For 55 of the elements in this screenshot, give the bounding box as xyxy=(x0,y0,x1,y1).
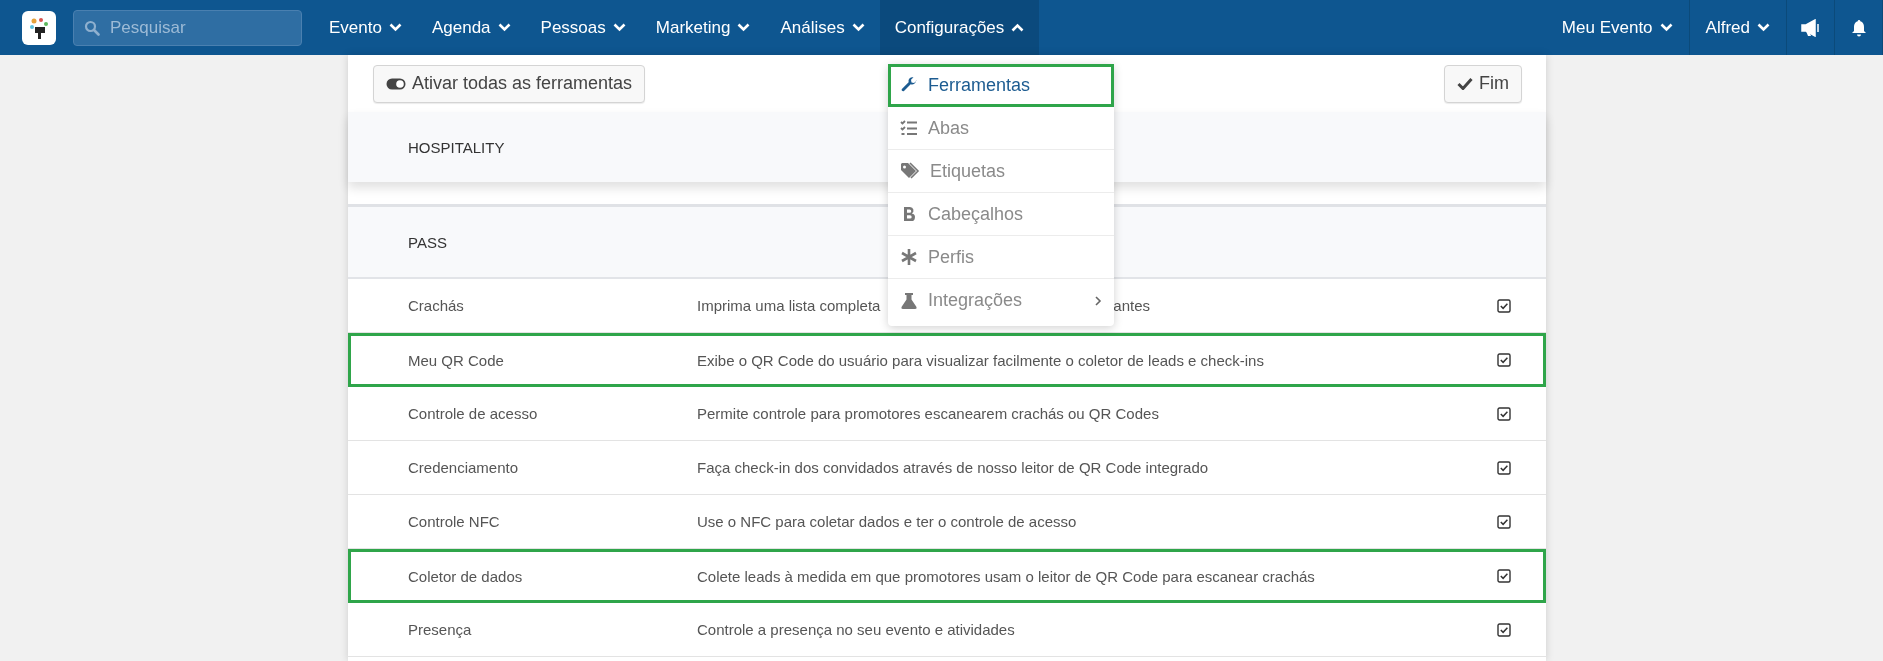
checkbox[interactable] xyxy=(1497,406,1511,421)
menu-item[interactable]: Integrações xyxy=(888,279,1114,322)
checkbox[interactable] xyxy=(1497,514,1511,529)
nav-menu[interactable]: Evento xyxy=(314,0,417,55)
checkbox[interactable] xyxy=(1497,622,1511,637)
chevron-icon xyxy=(1011,23,1025,32)
nav-menu[interactable]: Configurações xyxy=(879,0,1040,55)
section-title: HOSPITALITY xyxy=(408,138,505,156)
chevron-icon xyxy=(497,23,511,32)
nav-menu[interactable]: Alfred xyxy=(1689,0,1787,55)
chevron-icon xyxy=(737,23,751,32)
app-logo-icon[interactable] xyxy=(22,10,56,45)
tool-description: Colete leads à medida em que promotores usam o leitor de QR Code para escanear crachás xyxy=(697,567,1316,585)
chevron-icon xyxy=(388,23,402,32)
checkbox[interactable] xyxy=(1497,460,1511,475)
chevron-icon xyxy=(851,23,865,32)
tool-description: Controle a presença no seu evento e atividades xyxy=(697,621,1016,638)
toggle-icon xyxy=(386,77,406,90)
flask-icon xyxy=(900,291,918,310)
chevron-icon xyxy=(1757,23,1770,32)
nav-menu[interactable]: Pessoas xyxy=(525,0,641,55)
checkbox[interactable] xyxy=(1497,569,1511,583)
checklist-icon xyxy=(900,119,918,137)
nav-menu[interactable]: Análises xyxy=(765,0,880,55)
tool-name: Meu QR Code xyxy=(408,351,505,369)
tool-description: Permite controle para promotores escanearem crachás ou QR Codes xyxy=(697,405,1160,422)
checkmark-icon xyxy=(1457,77,1473,90)
wrench-icon xyxy=(900,76,918,94)
tags-icon xyxy=(900,162,920,180)
tool-description: antes xyxy=(1113,297,1150,314)
tool-name: Crachás xyxy=(408,297,465,314)
nav-menu[interactable]: Meu Evento xyxy=(1545,0,1690,55)
nav-menu[interactable]: Marketing xyxy=(640,0,766,55)
checkbox[interactable] xyxy=(1497,353,1511,367)
chevron-icon xyxy=(1659,23,1673,32)
activate-all-button[interactable]: Ativar todas as ferramentas xyxy=(373,64,646,103)
tool-description: Exibe o QR Code do usuário para visualizar facilmente o coletor de leads e check-ins xyxy=(697,351,1265,369)
search-field[interactable]: Pesquisar xyxy=(73,9,302,46)
tool-description: Imprima uma lista completa xyxy=(697,297,881,314)
section-title: PASS xyxy=(408,233,447,251)
tool-name: Credenciamento xyxy=(408,459,520,476)
nav-menu[interactable]: Agenda xyxy=(416,0,526,55)
tool-name: Controle de acesso xyxy=(408,405,539,422)
tool-name: Controle NFC xyxy=(408,513,501,530)
menu-item[interactable]: Cabeçalhos xyxy=(888,193,1114,236)
checkbox[interactable] xyxy=(1497,298,1511,313)
tool-name: Presença xyxy=(408,621,473,638)
menu-item[interactable]: Ferramentas xyxy=(888,64,1114,107)
done-button[interactable]: Fim xyxy=(1444,64,1522,103)
tool-name: Coletor de dados xyxy=(408,567,524,585)
tool-description: Faça check-in dos convidados através de nosso leitor de QR Code integrado xyxy=(697,459,1210,476)
tool-description: Use o NFC para coletar dados e ter o controle de acesso xyxy=(697,513,1078,530)
chevron-icon xyxy=(612,23,626,32)
asterisk-icon xyxy=(900,248,918,266)
menu-item[interactable]: Abas xyxy=(888,107,1114,150)
